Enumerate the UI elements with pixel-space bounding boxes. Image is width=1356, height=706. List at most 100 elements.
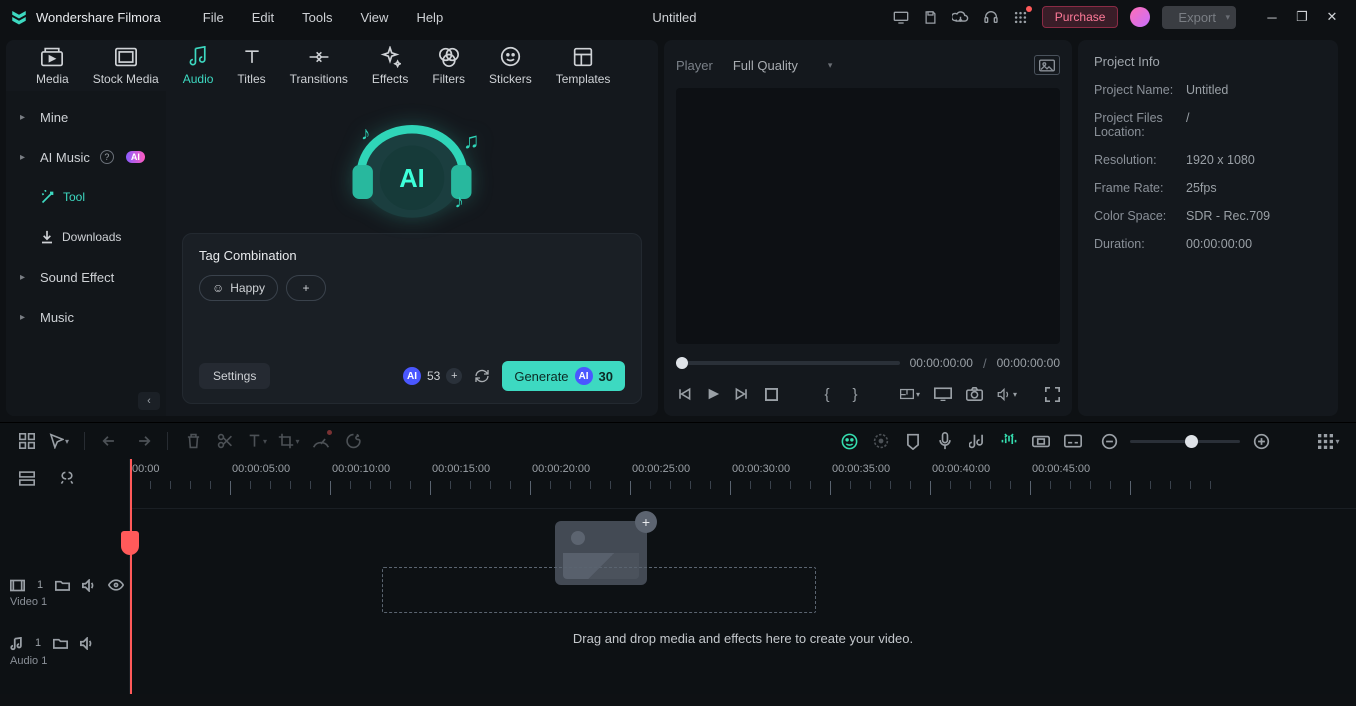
timeline-view-button[interactable]: ▾	[1316, 428, 1342, 454]
tab-media[interactable]: Media	[26, 42, 79, 90]
audio-icon	[187, 46, 209, 68]
zoom-in-button[interactable]	[1248, 428, 1274, 454]
speaker-icon[interactable]	[80, 637, 94, 651]
help-icon[interactable]: ?	[100, 150, 114, 164]
zoom-knob[interactable]	[1185, 435, 1198, 448]
playhead[interactable]	[130, 459, 132, 694]
chevron-right-icon: ▸	[20, 112, 30, 123]
next-frame-button[interactable]	[734, 384, 750, 404]
magnet-button[interactable]	[54, 465, 80, 491]
voiceover-button[interactable]	[932, 428, 958, 454]
add-tag-button[interactable]: +	[286, 275, 326, 301]
tab-titles[interactable]: Titles	[227, 42, 275, 90]
mark-out-button[interactable]: }	[848, 384, 862, 404]
apps-icon[interactable]	[1012, 8, 1030, 26]
drop-add-button[interactable]: +	[635, 511, 657, 533]
crop-button[interactable]: ▾	[276, 428, 302, 454]
auto-beat-button[interactable]	[996, 428, 1022, 454]
window-close[interactable]: ✕	[1318, 5, 1346, 29]
menu-help[interactable]: Help	[402, 4, 457, 31]
note-icon	[10, 637, 23, 651]
sidebar-collapse[interactable]: ‹	[138, 392, 160, 410]
snapshot-button[interactable]	[1034, 55, 1060, 75]
timeline-ruler[interactable]: 00:0000:00:05:0000:00:10:0000:00:15:0000…	[130, 459, 1356, 509]
folder-icon[interactable]	[55, 579, 70, 592]
link-tracks-button[interactable]	[14, 465, 40, 491]
keyframe-button[interactable]	[1028, 428, 1054, 454]
sidebar-item-downloads[interactable]: Downloads	[6, 217, 166, 257]
volume-button[interactable]: ▾	[997, 384, 1017, 404]
selection-tool[interactable]: ▾	[46, 428, 72, 454]
window-minimize[interactable]: ─	[1258, 5, 1286, 29]
zoom-slider[interactable]	[1130, 440, 1240, 443]
sidebar-item-ai-music[interactable]: ▸AI Music ? AI	[6, 137, 166, 177]
export-button[interactable]: Export	[1162, 6, 1236, 29]
ratio-button[interactable]: ▾	[900, 384, 920, 404]
audio-track-header[interactable]: 1 Audio 1	[10, 637, 123, 681]
prev-frame-button[interactable]	[676, 384, 692, 404]
timeline-dropzone[interactable]	[382, 567, 816, 613]
cloud-download-icon[interactable]	[952, 8, 970, 26]
tab-effects[interactable]: Effects	[362, 42, 418, 90]
player-progress[interactable]	[676, 361, 900, 365]
speaker-icon[interactable]	[82, 579, 96, 592]
undo-button[interactable]	[97, 428, 123, 454]
eye-icon[interactable]	[108, 579, 124, 592]
stop-button[interactable]	[764, 384, 778, 404]
tab-templates[interactable]: Templates	[546, 42, 621, 90]
audio-mixer-button[interactable]	[964, 428, 990, 454]
media-icon	[41, 46, 63, 68]
ai-badge-icon: AI	[403, 367, 421, 385]
progress-knob[interactable]	[676, 357, 688, 369]
caption-button[interactable]	[1060, 428, 1086, 454]
camera-button[interactable]	[966, 384, 983, 404]
fullscreen-button[interactable]	[1045, 384, 1060, 404]
play-button[interactable]	[706, 384, 720, 404]
video-track-header[interactable]: 1 Video 1	[10, 579, 123, 623]
speed-button[interactable]	[308, 428, 334, 454]
tab-transitions[interactable]: Transitions	[280, 42, 358, 90]
settings-button[interactable]: Settings	[199, 363, 270, 389]
tab-label: Stickers	[489, 72, 532, 86]
refresh-button[interactable]	[472, 366, 492, 386]
folder-icon[interactable]	[53, 637, 68, 651]
user-avatar[interactable]	[1130, 7, 1150, 27]
window-maximize[interactable]: ❐	[1288, 5, 1316, 29]
ai-assistant-button[interactable]	[836, 428, 862, 454]
tag-label: Happy	[230, 281, 265, 295]
generate-button[interactable]: Generate AI 30	[502, 361, 625, 391]
split-button[interactable]	[212, 428, 238, 454]
color-button[interactable]	[340, 428, 366, 454]
track-manager-button[interactable]	[14, 428, 40, 454]
tag-happy[interactable]: ☺ Happy	[199, 275, 278, 301]
render-button[interactable]	[868, 428, 894, 454]
menu-view[interactable]: View	[346, 4, 402, 31]
menu-tools[interactable]: Tools	[288, 4, 346, 31]
display-button[interactable]	[934, 384, 952, 404]
delete-button[interactable]	[180, 428, 206, 454]
headset-icon[interactable]	[982, 8, 1000, 26]
playhead-handle[interactable]	[121, 531, 139, 555]
device-icon[interactable]	[892, 8, 910, 26]
tab-label: Filters	[432, 72, 465, 86]
text-button[interactable]: ▾	[244, 428, 270, 454]
tab-audio[interactable]: Audio	[173, 42, 224, 90]
main-menu: File Edit Tools View Help	[189, 4, 457, 31]
quality-dropdown[interactable]: Full Quality	[725, 54, 841, 77]
tab-stock-media[interactable]: Stock Media	[83, 42, 169, 90]
redo-button[interactable]	[129, 428, 155, 454]
sidebar-item-tool[interactable]: Tool	[6, 177, 166, 217]
purchase-button[interactable]: Purchase	[1042, 6, 1119, 28]
zoom-out-button[interactable]	[1096, 428, 1122, 454]
sidebar-item-music[interactable]: ▸Music	[6, 297, 166, 337]
mark-in-button[interactable]: {	[820, 384, 834, 404]
menu-file[interactable]: File	[189, 4, 238, 31]
sidebar-item-mine[interactable]: ▸Mine	[6, 97, 166, 137]
save-icon[interactable]	[922, 8, 940, 26]
menu-edit[interactable]: Edit	[238, 4, 288, 31]
add-credits-button[interactable]: +	[446, 368, 462, 384]
marker-button[interactable]	[900, 428, 926, 454]
tab-filters[interactable]: Filters	[422, 42, 475, 90]
tab-stickers[interactable]: Stickers	[479, 42, 542, 90]
sidebar-item-sound-effect[interactable]: ▸Sound Effect	[6, 257, 166, 297]
